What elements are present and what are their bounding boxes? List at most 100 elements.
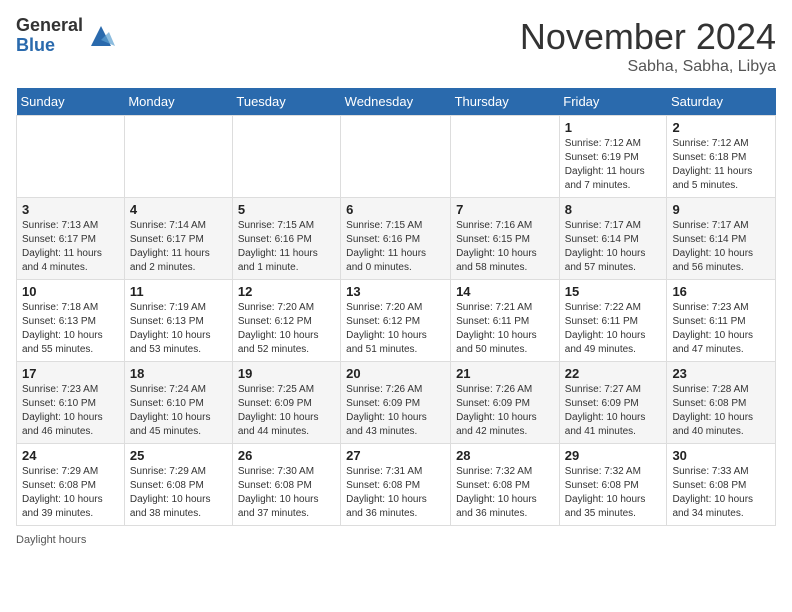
day-info: Sunrise: 7:31 AM Sunset: 6:08 PM Dayligh… bbox=[346, 465, 445, 521]
title-section: November 2024 Sabha, Sabha, Libya bbox=[520, 16, 776, 76]
day-info: Sunrise: 7:30 AM Sunset: 6:08 PM Dayligh… bbox=[238, 465, 335, 521]
day-number: 5 bbox=[238, 202, 335, 217]
day-number: 14 bbox=[456, 284, 554, 299]
day-info: Sunrise: 7:25 AM Sunset: 6:09 PM Dayligh… bbox=[238, 383, 335, 439]
calendar-day-cell: 23 Sunrise: 7:28 AM Sunset: 6:08 PM Dayli… bbox=[667, 362, 776, 444]
day-number: 17 bbox=[22, 366, 119, 381]
logo-icon bbox=[87, 22, 115, 50]
day-number: 2 bbox=[672, 120, 770, 135]
day-number: 18 bbox=[130, 366, 227, 381]
calendar-day-cell: 29 Sunrise: 7:32 AM Sunset: 6:08 PM Dayli… bbox=[559, 444, 667, 526]
day-info: Sunrise: 7:20 AM Sunset: 6:12 PM Dayligh… bbox=[346, 301, 445, 357]
day-info: Sunrise: 7:12 AM Sunset: 6:18 PM Dayligh… bbox=[672, 137, 770, 193]
calendar-day-cell: 28 Sunrise: 7:32 AM Sunset: 6:08 PM Dayli… bbox=[451, 444, 560, 526]
calendar-day-cell: 19 Sunrise: 7:25 AM Sunset: 6:09 PM Dayli… bbox=[232, 362, 340, 444]
calendar-day-cell: 20Sunrise: 7:26 AM Sunset: 6:09 PM Dayli… bbox=[341, 362, 451, 444]
day-number: 1 bbox=[565, 120, 662, 135]
day-number: 11 bbox=[130, 284, 227, 299]
day-info: Sunrise: 7:26 AM Sunset: 6:09 PM Dayligh… bbox=[456, 383, 554, 439]
calendar-body: 1 Sunrise: 7:12 AM Sunset: 6:19 PM Daylig… bbox=[17, 116, 776, 526]
day-info: Sunrise: 7:14 AM Sunset: 6:17 PM Dayligh… bbox=[130, 219, 227, 275]
logo-blue-text: Blue bbox=[16, 36, 83, 56]
day-info: Sunrise: 7:23 AM Sunset: 6:11 PM Dayligh… bbox=[672, 301, 770, 357]
day-info: Sunrise: 7:15 AM Sunset: 6:16 PM Dayligh… bbox=[346, 219, 445, 275]
day-number: 20 bbox=[346, 366, 445, 381]
logo-general-text: General bbox=[16, 16, 83, 36]
page-header: General Blue November 2024 Sabha, Sabha,… bbox=[16, 16, 776, 76]
day-number: 25 bbox=[130, 448, 227, 463]
day-info: Sunrise: 7:23 AM Sunset: 6:10 PM Dayligh… bbox=[22, 383, 119, 439]
calendar-day-cell: 30 Sunrise: 7:33 AM Sunset: 6:08 PM Dayli… bbox=[667, 444, 776, 526]
calendar-day-cell: 26 Sunrise: 7:30 AM Sunset: 6:08 PM Dayli… bbox=[232, 444, 340, 526]
calendar-day-cell: 25 Sunrise: 7:29 AM Sunset: 6:08 PM Dayli… bbox=[124, 444, 232, 526]
calendar-day-cell: 1 Sunrise: 7:12 AM Sunset: 6:19 PM Daylig… bbox=[559, 116, 667, 198]
calendar-day-cell: 15Sunrise: 7:22 AM Sunset: 6:11 PM Dayli… bbox=[559, 280, 667, 362]
day-number: 13 bbox=[346, 284, 445, 299]
calendar-day-cell bbox=[451, 116, 560, 198]
day-number: 26 bbox=[238, 448, 335, 463]
day-number: 10 bbox=[22, 284, 119, 299]
calendar-day-cell: 7 Sunrise: 7:16 AM Sunset: 6:15 PM Daylig… bbox=[451, 198, 560, 280]
day-number: 12 bbox=[238, 284, 335, 299]
logo: General Blue bbox=[16, 16, 115, 56]
day-info: Sunrise: 7:16 AM Sunset: 6:15 PM Dayligh… bbox=[456, 219, 554, 275]
day-number: 15 bbox=[565, 284, 662, 299]
footer-note: Daylight hours bbox=[16, 534, 776, 546]
day-number: 27 bbox=[346, 448, 445, 463]
day-info: Sunrise: 7:33 AM Sunset: 6:08 PM Dayligh… bbox=[672, 465, 770, 521]
calendar-day-cell: 4 Sunrise: 7:14 AM Sunset: 6:17 PM Daylig… bbox=[124, 198, 232, 280]
calendar-header-cell: Monday bbox=[124, 88, 232, 116]
day-info: Sunrise: 7:18 AM Sunset: 6:13 PM Dayligh… bbox=[22, 301, 119, 357]
calendar-day-cell: 14 Sunrise: 7:21 AM Sunset: 6:11 PM Dayli… bbox=[451, 280, 560, 362]
day-number: 24 bbox=[22, 448, 119, 463]
day-info: Sunrise: 7:12 AM Sunset: 6:19 PM Dayligh… bbox=[565, 137, 662, 193]
calendar-day-cell: 11 Sunrise: 7:19 AM Sunset: 6:13 PM Dayli… bbox=[124, 280, 232, 362]
calendar-week-row: 10 Sunrise: 7:18 AM Sunset: 6:13 PM Dayli… bbox=[17, 280, 776, 362]
day-info: Sunrise: 7:32 AM Sunset: 6:08 PM Dayligh… bbox=[456, 465, 554, 521]
day-number: 22 bbox=[565, 366, 662, 381]
day-number: 7 bbox=[456, 202, 554, 217]
day-info: Sunrise: 7:32 AM Sunset: 6:08 PM Dayligh… bbox=[565, 465, 662, 521]
day-info: Sunrise: 7:21 AM Sunset: 6:11 PM Dayligh… bbox=[456, 301, 554, 357]
day-number: 9 bbox=[672, 202, 770, 217]
day-number: 29 bbox=[565, 448, 662, 463]
day-info: Sunrise: 7:20 AM Sunset: 6:12 PM Dayligh… bbox=[238, 301, 335, 357]
calendar-week-row: 3Sunrise: 7:13 AM Sunset: 6:17 PM Daylig… bbox=[17, 198, 776, 280]
day-info: Sunrise: 7:19 AM Sunset: 6:13 PM Dayligh… bbox=[130, 301, 227, 357]
calendar-day-cell: 16 Sunrise: 7:23 AM Sunset: 6:11 PM Dayli… bbox=[667, 280, 776, 362]
day-number: 30 bbox=[672, 448, 770, 463]
calendar-header-cell: Friday bbox=[559, 88, 667, 116]
calendar-week-row: 1 Sunrise: 7:12 AM Sunset: 6:19 PM Daylig… bbox=[17, 116, 776, 198]
calendar-day-cell: 13 Sunrise: 7:20 AM Sunset: 6:12 PM Dayli… bbox=[341, 280, 451, 362]
calendar-header-cell: Wednesday bbox=[341, 88, 451, 116]
calendar-day-cell: 22 Sunrise: 7:27 AM Sunset: 6:09 PM Dayli… bbox=[559, 362, 667, 444]
calendar-week-row: 17 Sunrise: 7:23 AM Sunset: 6:10 PM Dayli… bbox=[17, 362, 776, 444]
calendar-day-cell: 18Sunrise: 7:24 AM Sunset: 6:10 PM Dayli… bbox=[124, 362, 232, 444]
day-info: Sunrise: 7:27 AM Sunset: 6:09 PM Dayligh… bbox=[565, 383, 662, 439]
day-number: 16 bbox=[672, 284, 770, 299]
day-number: 8 bbox=[565, 202, 662, 217]
day-info: Sunrise: 7:13 AM Sunset: 6:17 PM Dayligh… bbox=[22, 219, 119, 275]
day-info: Sunrise: 7:17 AM Sunset: 6:14 PM Dayligh… bbox=[672, 219, 770, 275]
day-info: Sunrise: 7:28 AM Sunset: 6:08 PM Dayligh… bbox=[672, 383, 770, 439]
calendar-day-cell: 3Sunrise: 7:13 AM Sunset: 6:17 PM Daylig… bbox=[17, 198, 125, 280]
calendar-day-cell: 21Sunrise: 7:26 AM Sunset: 6:09 PM Dayli… bbox=[451, 362, 560, 444]
day-number: 4 bbox=[130, 202, 227, 217]
location: Sabha, Sabha, Libya bbox=[520, 58, 776, 76]
day-info: Sunrise: 7:29 AM Sunset: 6:08 PM Dayligh… bbox=[22, 465, 119, 521]
day-info: Sunrise: 7:29 AM Sunset: 6:08 PM Dayligh… bbox=[130, 465, 227, 521]
day-number: 23 bbox=[672, 366, 770, 381]
calendar-day-cell: 12 Sunrise: 7:20 AM Sunset: 6:12 PM Dayli… bbox=[232, 280, 340, 362]
calendar-day-cell: 24 Sunrise: 7:29 AM Sunset: 6:08 PM Dayli… bbox=[17, 444, 125, 526]
calendar-day-cell: 27 Sunrise: 7:31 AM Sunset: 6:08 PM Dayli… bbox=[341, 444, 451, 526]
calendar-day-cell: 9 Sunrise: 7:17 AM Sunset: 6:14 PM Daylig… bbox=[667, 198, 776, 280]
calendar-day-cell bbox=[341, 116, 451, 198]
calendar-day-cell: 2 Sunrise: 7:12 AM Sunset: 6:18 PM Daylig… bbox=[667, 116, 776, 198]
day-info: Sunrise: 7:15 AM Sunset: 6:16 PM Dayligh… bbox=[238, 219, 335, 275]
day-number: 19 bbox=[238, 366, 335, 381]
day-number: 28 bbox=[456, 448, 554, 463]
calendar-day-cell bbox=[124, 116, 232, 198]
calendar-day-cell: 8Sunrise: 7:17 AM Sunset: 6:14 PM Daylig… bbox=[559, 198, 667, 280]
calendar-header-row: SundayMondayTuesdayWednesdayThursdayFrid… bbox=[17, 88, 776, 116]
day-number: 6 bbox=[346, 202, 445, 217]
